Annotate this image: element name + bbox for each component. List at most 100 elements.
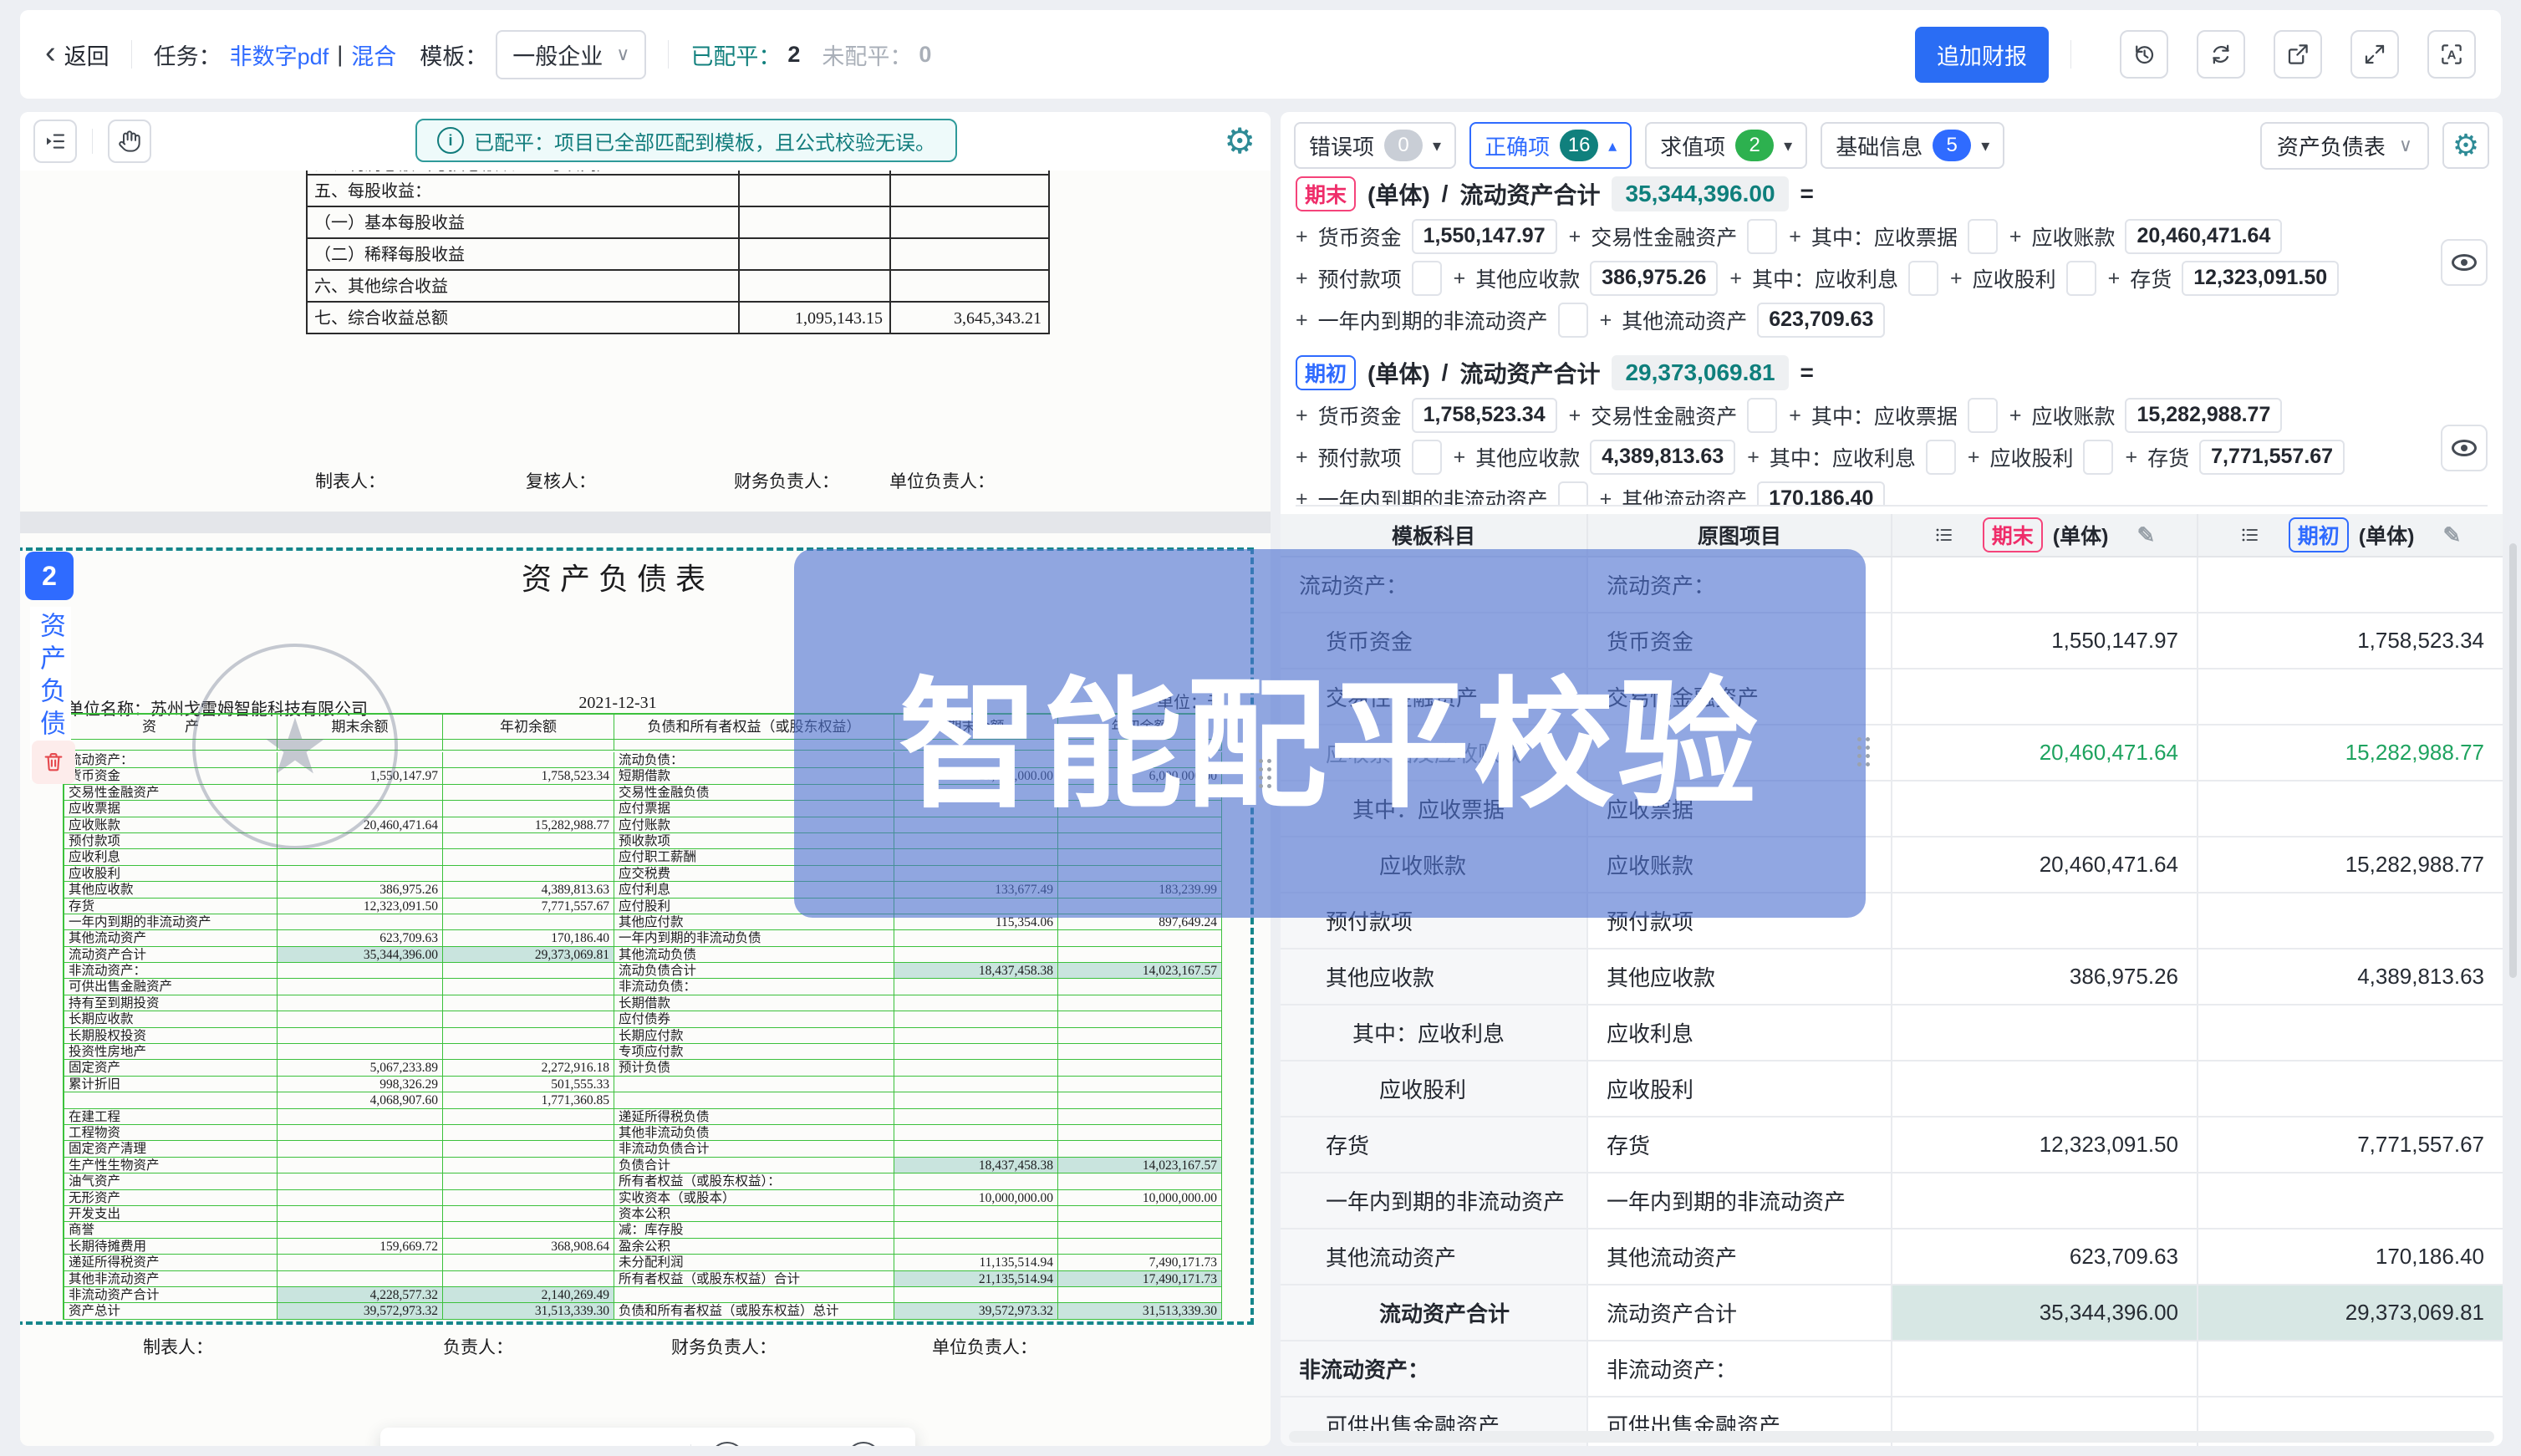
doc-cell: 应交税费 bbox=[614, 866, 894, 882]
task-type-link[interactable]: 非数字pdf bbox=[230, 38, 329, 71]
ocr-button[interactable]: A bbox=[2427, 30, 2476, 79]
formula-item-value[interactable]: 170,186.40 bbox=[1757, 481, 1885, 507]
filter-正确项[interactable]: 正确项16▴ bbox=[1469, 122, 1632, 169]
table-row[interactable]: 存货存货12,323,091.507,771,557.67 bbox=[1281, 1117, 2503, 1173]
horizontal-scrollbar[interactable] bbox=[1289, 1431, 2494, 1443]
formula-item: +一年内到期的非流动资产 bbox=[1296, 303, 1588, 338]
formula-item-value[interactable] bbox=[1747, 219, 1777, 254]
formula-item-value[interactable] bbox=[1412, 261, 1442, 296]
formula-item-label: 应收账款 bbox=[2031, 400, 2115, 430]
formula-item-value[interactable] bbox=[1926, 440, 1956, 475]
doc-cell: 18,437,458.38 bbox=[894, 963, 1058, 979]
formula-total-value[interactable]: 29,373,069.81 bbox=[1612, 355, 1788, 390]
table-row[interactable]: 应收账款应收账款20,460,471.6415,282,988.77 bbox=[1281, 837, 2503, 893]
formula-item-value[interactable]: 1,550,147.97 bbox=[1412, 219, 1557, 254]
table-row[interactable]: 应收股利应收股利 bbox=[1281, 1061, 2503, 1117]
doc-cell: 17,490,171.73 bbox=[1058, 1271, 1222, 1287]
filter-基础信息[interactable]: 基础信息5▾ bbox=[1821, 122, 2004, 169]
history-button[interactable] bbox=[2120, 30, 2168, 79]
panel-resize-handle[interactable] bbox=[1259, 759, 1271, 788]
sheet-select[interactable]: 资产负债表∨ bbox=[2260, 122, 2429, 170]
sync-button[interactable] bbox=[2197, 30, 2245, 79]
add-report-button[interactable]: 追加财报 bbox=[1915, 27, 2049, 83]
table-row[interactable]: 非流动资产：非流动资产： bbox=[1281, 1341, 2503, 1397]
table-row[interactable]: 货币资金货币资金1,550,147.971,758,523.34 bbox=[1281, 613, 2503, 669]
formula-item-value[interactable]: 7,771,557.67 bbox=[2199, 440, 2345, 475]
doc-cell bbox=[443, 785, 614, 801]
document-viewer[interactable]: 四、利润总额（亏损总额以“—”号填列）五、每股收益：（一）基本每股收益（二）稀释… bbox=[20, 171, 1271, 1446]
count-badge: 5 bbox=[1933, 130, 1971, 161]
formula-item-value[interactable] bbox=[1968, 398, 1998, 433]
toggle-visibility-button[interactable] bbox=[2441, 425, 2488, 471]
zoom-out-button[interactable]: − bbox=[710, 1442, 745, 1446]
formula-item-value[interactable] bbox=[1558, 481, 1588, 507]
doc-cell: 短期借款 bbox=[614, 768, 894, 784]
balanced-label: 已配平： bbox=[690, 38, 781, 71]
source-item-cell: 流动资产合计 bbox=[1588, 1285, 1892, 1340]
pencil-icon[interactable]: ✎ bbox=[2442, 522, 2461, 548]
thumbnail-list-button[interactable] bbox=[33, 120, 77, 163]
export-button[interactable] bbox=[2274, 30, 2322, 79]
list-icon bbox=[2240, 525, 2260, 545]
formula-item-value[interactable] bbox=[1558, 303, 1588, 338]
current-page[interactable]: 2 bbox=[497, 1445, 512, 1446]
table-row[interactable]: 其他流动资产其他流动资产623,709.63170,186.40 bbox=[1281, 1229, 2503, 1285]
formula-item-value[interactable]: 12,323,091.50 bbox=[2182, 261, 2339, 296]
table-row[interactable]: 一年内到期的非流动资产一年内到期的非流动资产 bbox=[1281, 1173, 2503, 1229]
doc-cell bbox=[1058, 1092, 1222, 1108]
table-row[interactable]: 流动资产：流动资产： bbox=[1281, 557, 2503, 613]
doc-cell bbox=[894, 1109, 1058, 1125]
column-header-template[interactable]: 模板科目 bbox=[1281, 514, 1588, 556]
doc-cell: 501,555.33 bbox=[443, 1077, 614, 1092]
hand-tool-button[interactable] bbox=[108, 120, 151, 163]
gear-icon[interactable]: ⚙ bbox=[1224, 124, 1255, 159]
plus-sign: + bbox=[2009, 404, 2022, 428]
formula-item-value[interactable]: 20,460,471.64 bbox=[2125, 219, 2282, 254]
match-table-header: 模板科目 原图项目 期末 (单体) ✎ 期初 (单体) ✎ bbox=[1281, 514, 2503, 557]
table-row[interactable]: 应收票据及应收账款20,460,471.6415,282,988.77 bbox=[1281, 725, 2503, 781]
formula-item-label: 应收账款 bbox=[2031, 221, 2115, 252]
formula-item-value[interactable] bbox=[1412, 440, 1442, 475]
formula-item-value[interactable] bbox=[1747, 398, 1777, 433]
template-subject-cell: 应收股利 bbox=[1281, 1061, 1588, 1116]
formula-item-value[interactable]: 1,758,523.34 bbox=[1412, 398, 1557, 433]
formula-item-value[interactable] bbox=[2066, 261, 2096, 296]
table-row[interactable]: 其他应收款其他应收款386,975.264,389,813.63 bbox=[1281, 949, 2503, 1005]
filter-求值项[interactable]: 求值项2▾ bbox=[1645, 122, 1807, 169]
formula-item-value[interactable] bbox=[2083, 440, 2113, 475]
table-settings-button[interactable]: ⚙ bbox=[2442, 122, 2489, 169]
formula-item-value[interactable]: 386,975.26 bbox=[1590, 261, 1718, 296]
formula-item-value[interactable] bbox=[1968, 219, 1998, 254]
toggle-visibility-button[interactable] bbox=[2441, 239, 2488, 286]
table-row[interactable]: 预付款项预付款项 bbox=[1281, 893, 2503, 949]
doc-cell bbox=[1058, 752, 1222, 768]
formula-item: +存货12,323,091.50 bbox=[2108, 261, 2340, 296]
column-header-source[interactable]: 原图项目 bbox=[1588, 514, 1892, 556]
vertical-scrollbar[interactable] bbox=[2509, 543, 2517, 978]
delete-page-button[interactable] bbox=[32, 741, 75, 784]
table-row[interactable]: 其中：应收利息应收利息 bbox=[1281, 1005, 2503, 1061]
column-header-end[interactable]: 期末 (单体) ✎ bbox=[1892, 514, 2198, 556]
formula-total-value[interactable]: 35,344,396.00 bbox=[1612, 176, 1788, 211]
formula-item-value[interactable]: 4,389,813.63 bbox=[1590, 440, 1735, 475]
zoom-in-button[interactable]: + bbox=[846, 1442, 881, 1446]
table-row[interactable]: 其中：应收票据应收票据 bbox=[1281, 781, 2503, 837]
doc-cell bbox=[443, 1255, 614, 1270]
formula-item-value[interactable]: 623,709.63 bbox=[1757, 303, 1885, 338]
doc-cell bbox=[894, 930, 1058, 946]
table-row[interactable]: 交易性金融资产交易性金融资产 bbox=[1281, 669, 2503, 725]
fullscreen-button[interactable] bbox=[2350, 30, 2399, 79]
table-row[interactable]: 流动资产合计流动资产合计35,344,396.0029,373,069.81 bbox=[1281, 1285, 2503, 1341]
overlay-drag-handle[interactable] bbox=[1857, 737, 1870, 766]
formula-item-value[interactable] bbox=[1908, 261, 1938, 296]
column-header-begin[interactable]: 期初 (单体) ✎ bbox=[2198, 514, 2503, 556]
template-select[interactable]: 一般企业 ∨ bbox=[496, 30, 646, 79]
page-index-badge[interactable]: 2 bbox=[25, 552, 74, 600]
formula-item-value[interactable]: 15,282,988.77 bbox=[2125, 398, 2282, 433]
back-button[interactable]: ‹ 返回 bbox=[45, 38, 109, 71]
filter-错误项[interactable]: 错误项0▾ bbox=[1294, 122, 1456, 169]
pencil-icon[interactable]: ✎ bbox=[2136, 522, 2155, 548]
task-mode-link[interactable]: 混合 bbox=[351, 38, 396, 71]
doc-cell bbox=[443, 1028, 614, 1044]
doc-cell bbox=[1058, 849, 1222, 865]
